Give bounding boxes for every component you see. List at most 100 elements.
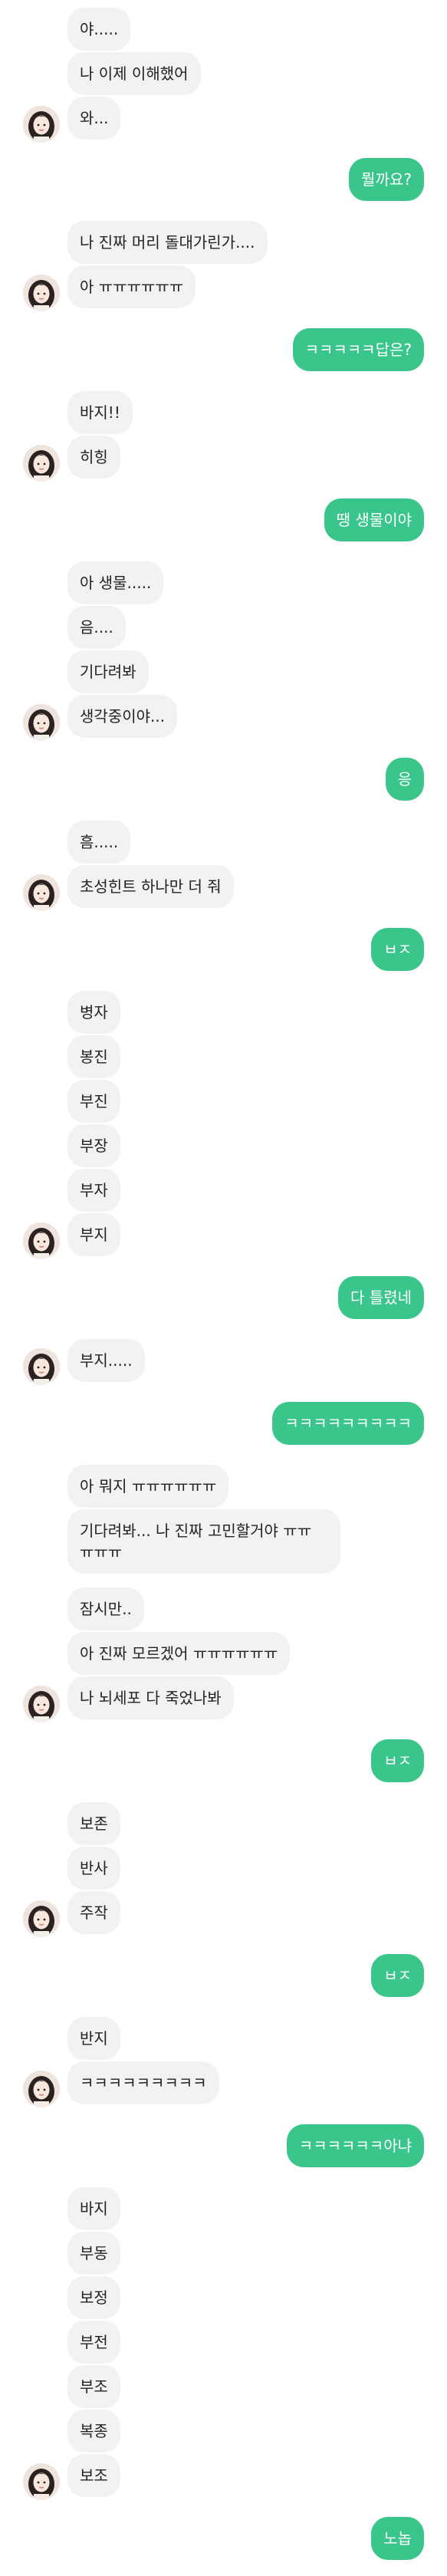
outgoing-message-bubble[interactable]: ㅋㅋㅋㅋㅋㅋ아냐 [286, 2124, 424, 2167]
message-row: 나 진짜 머리 돌대가린가.... [0, 221, 447, 264]
message-row: 나 뇌세포 다 죽었나봐 [0, 1676, 447, 1722]
outgoing-message-bubble[interactable]: ㅂㅈ [371, 1954, 424, 1997]
contact-avatar[interactable] [23, 1900, 60, 1937]
message-row: 아 ㅠㅠㅠㅠㅠㅠ [0, 265, 447, 311]
outgoing-message-bubble[interactable]: ㅋㅋㅋㅋㅋ답은? [292, 328, 424, 371]
incoming-message-bubble[interactable]: 부진 [67, 1080, 120, 1123]
incoming-message-bubble[interactable]: 나 이제 이해했어 [67, 52, 201, 95]
incoming-message-bubble[interactable]: 반사 [67, 1847, 120, 1890]
message-row: 복종 [0, 2410, 447, 2453]
incoming-message-bubble[interactable]: 와... [67, 97, 121, 140]
incoming-message-bubble[interactable]: 부장 [67, 1124, 120, 1167]
incoming-message-bubble[interactable]: 보정 [67, 2276, 120, 2319]
message-row: 노놉 [0, 2517, 447, 2560]
message-row: 생각중이야... [0, 695, 447, 741]
outgoing-message-bubble[interactable]: 응 [385, 758, 424, 801]
message-row: 음.... [0, 606, 447, 649]
message-row: 보정 [0, 2276, 447, 2319]
contact-avatar[interactable] [23, 445, 60, 482]
message-row: ㅂㅈ [0, 1739, 447, 1782]
message-row: 부전 [0, 2321, 447, 2364]
message-row: 와... [0, 97, 447, 143]
outgoing-message-bubble[interactable]: ㅂㅈ [371, 928, 424, 971]
message-row: 다 틀렸네 [0, 1276, 447, 1319]
message-row: 부동 [0, 2232, 447, 2275]
incoming-message-bubble[interactable]: 부전 [67, 2321, 120, 2364]
incoming-message-bubble[interactable]: 병자 [67, 991, 120, 1034]
incoming-message-bubble[interactable]: 부동 [67, 2232, 120, 2275]
message-row: 나 이제 이해했어 [0, 52, 447, 95]
message-row: 바지 [0, 2187, 447, 2230]
incoming-message-bubble[interactable]: 아 ㅠㅠㅠㅠㅠㅠ [67, 265, 196, 308]
incoming-message-bubble[interactable]: 기다려봐 [67, 650, 149, 693]
chat-thread[interactable]: 야..... 나 이제 이해했어 와... 뭘까요? 나 진짜 머리 돌대가린가....… [0, 0, 447, 2576]
message-row: 아 생물..... [0, 561, 447, 604]
contact-avatar[interactable] [23, 1222, 60, 1259]
message-row: 부자 [0, 1169, 447, 1212]
incoming-message-bubble[interactable]: 바지!! [67, 391, 133, 434]
message-row: 응 [0, 758, 447, 801]
incoming-message-bubble[interactable]: 부조 [67, 2365, 120, 2408]
contact-avatar[interactable] [23, 874, 60, 911]
message-row: 부조 [0, 2365, 447, 2408]
message-row: ㅋㅋㅋㅋㅋㅋㅋㅋㅋ [0, 1402, 447, 1445]
message-row: 부지..... [0, 1339, 447, 1385]
message-row: ㅋㅋㅋㅋㅋ답은? [0, 328, 447, 371]
message-row: ㅂㅈ [0, 928, 447, 971]
incoming-message-bubble[interactable]: 잠시만.. [67, 1587, 144, 1630]
incoming-message-bubble[interactable]: 봉진 [67, 1035, 120, 1078]
incoming-message-bubble[interactable]: 부지 [67, 1213, 120, 1256]
message-row: 아 뭐지 ㅠㅠㅠㅠㅠㅠ [0, 1465, 447, 1508]
contact-avatar[interactable] [23, 2071, 60, 2107]
message-row: 부진 [0, 1080, 447, 1123]
incoming-message-bubble[interactable]: 아 진짜 모르겠어 ㅠㅠㅠㅠㅠㅠ [67, 1632, 291, 1675]
outgoing-message-bubble[interactable]: ㅂㅈ [371, 1739, 424, 1782]
message-row: 땡 생물이야 [0, 498, 447, 541]
incoming-message-bubble[interactable]: 나 진짜 머리 돌대가린가.... [67, 221, 268, 264]
incoming-message-bubble[interactable]: 나 뇌세포 다 죽었나봐 [67, 1676, 234, 1719]
contact-avatar[interactable] [23, 1686, 60, 1722]
incoming-message-bubble[interactable]: 주작 [67, 1891, 120, 1934]
message-row: 야..... [0, 8, 447, 51]
incoming-message-bubble[interactable]: ㅋㅋㅋㅋㅋㅋㅋㅋㅋ [67, 2061, 219, 2104]
message-row: ㅋㅋㅋㅋㅋㅋㅋㅋㅋ [0, 2061, 447, 2107]
incoming-message-bubble[interactable]: 보존 [67, 1802, 120, 1845]
contact-avatar[interactable] [23, 2463, 60, 2500]
incoming-message-bubble[interactable]: 흠..... [67, 821, 131, 864]
incoming-message-bubble[interactable]: 초성힌트 하나만 더 줘 [67, 865, 234, 908]
incoming-message-bubble[interactable]: 부자 [67, 1169, 120, 1212]
incoming-message-bubble[interactable]: 보조 [67, 2454, 120, 2497]
message-row: 병자 [0, 991, 447, 1034]
incoming-message-bubble[interactable]: 히힝 [67, 436, 120, 479]
message-row: 히힝 [0, 436, 447, 482]
message-row: 기다려봐... 나 진짜 고민할거야 ㅠㅠ ㅠㅠㅠ [0, 1509, 447, 1581]
outgoing-message-bubble[interactable]: 뭘까요? [349, 158, 424, 201]
incoming-message-bubble[interactable]: 아 뭐지 ㅠㅠㅠㅠㅠㅠ [67, 1465, 229, 1508]
incoming-message-bubble[interactable]: 생각중이야... [67, 695, 178, 738]
incoming-message-bubble[interactable]: 야..... [67, 8, 131, 51]
message-row: 주작 [0, 1891, 447, 1937]
outgoing-message-bubble[interactable]: 노놉 [371, 2517, 424, 2560]
contact-avatar[interactable] [23, 106, 60, 143]
incoming-message-bubble[interactable]: 복종 [67, 2410, 120, 2453]
contact-avatar[interactable] [23, 275, 60, 311]
incoming-message-bubble[interactable]: 부지..... [67, 1339, 145, 1382]
message-row: 부지 [0, 1213, 447, 1259]
message-row: 흠..... [0, 821, 447, 864]
message-row: 뭘까요? [0, 158, 447, 201]
message-row: 반사 [0, 1847, 447, 1890]
incoming-message-bubble[interactable]: 반지 [67, 2017, 120, 2060]
contact-avatar[interactable] [23, 1348, 60, 1385]
message-row: 아 진짜 모르겠어 ㅠㅠㅠㅠㅠㅠ [0, 1632, 447, 1675]
incoming-message-bubble[interactable]: 바지 [67, 2187, 120, 2230]
message-row: 초성힌트 하나만 더 줘 [0, 865, 447, 911]
contact-avatar[interactable] [23, 704, 60, 741]
message-row: 기다려봐 [0, 650, 447, 693]
outgoing-message-bubble[interactable]: 땡 생물이야 [324, 498, 424, 541]
incoming-message-bubble[interactable]: 아 생물..... [67, 561, 164, 604]
outgoing-message-bubble[interactable]: 다 틀렸네 [338, 1276, 424, 1319]
incoming-message-bubble[interactable]: 기다려봐... 나 진짜 고민할거야 ㅠㅠ ㅠㅠㅠ [67, 1509, 340, 1574]
message-row: 반지 [0, 2017, 447, 2060]
incoming-message-bubble[interactable]: 음.... [67, 606, 126, 649]
outgoing-message-bubble[interactable]: ㅋㅋㅋㅋㅋㅋㅋㅋㅋ [272, 1402, 424, 1445]
